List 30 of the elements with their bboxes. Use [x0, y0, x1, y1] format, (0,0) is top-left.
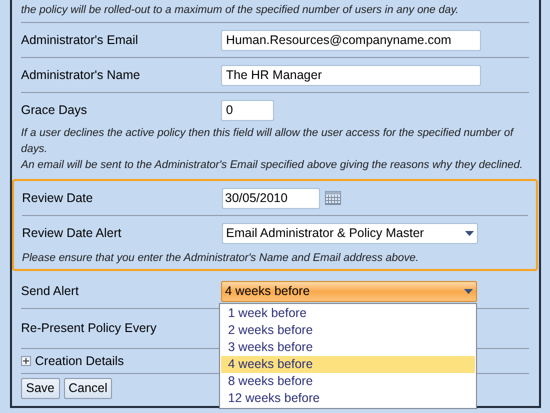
field-label: Grace Days	[21, 102, 88, 119]
dropdown-option[interactable]: 4 weeks before	[221, 356, 475, 373]
field-label: Administrator's Name	[21, 66, 142, 84]
calendar-icon[interactable]	[325, 191, 341, 205]
dropdown-option[interactable]: 1 week before	[221, 305, 475, 322]
number-field[interactable]: 0	[221, 100, 274, 120]
field-label: Review Date Alert	[22, 224, 122, 242]
help-text: Please ensure that you enter the Administrator's Name and Email address above.	[22, 251, 420, 266]
dropdown-field[interactable]: Email Administrator & Policy Master	[222, 222, 478, 244]
text-field[interactable]: The HR Manager	[221, 64, 481, 86]
dropdown-option[interactable]: 2 weeks before	[221, 322, 475, 339]
dropdown-field[interactable]: 4 weeks before	[221, 280, 477, 302]
dropdown-caret-icon	[464, 288, 473, 294]
field-label: Send Alert	[21, 282, 80, 300]
expand-toggle[interactable]	[21, 356, 31, 366]
field-label: Re-Present Policy Every	[21, 320, 156, 338]
field-label: Administrator's Email	[21, 32, 139, 49]
dropdown-option[interactable]: 3 weeks before	[221, 339, 475, 356]
section-label: Creation Details	[35, 352, 124, 370]
date-field[interactable]: 30/05/2010	[222, 188, 320, 208]
dropdown-caret-icon	[465, 230, 474, 236]
dropdown-option[interactable]: 8 weeks before	[221, 373, 475, 390]
dropdown-option[interactable]: 12 weeks before	[221, 390, 475, 407]
plus-icon	[23, 358, 29, 364]
field-label: Review Date	[22, 190, 94, 207]
form-button[interactable]: Save	[21, 378, 60, 399]
form-button[interactable]: Cancel	[64, 378, 112, 399]
help-text: the policy will be rolled-out to a maximum of the specified number of users in any one day.	[21, 3, 460, 18]
help-text: If a user declines the active policy then this field will allow the user access for the specified number of days. An email will be sent to the Administrator's Email specified above giving the reasons why they declined.	[21, 126, 524, 173]
text-field[interactable]: Human.Resources@companyname.com	[221, 30, 481, 50]
